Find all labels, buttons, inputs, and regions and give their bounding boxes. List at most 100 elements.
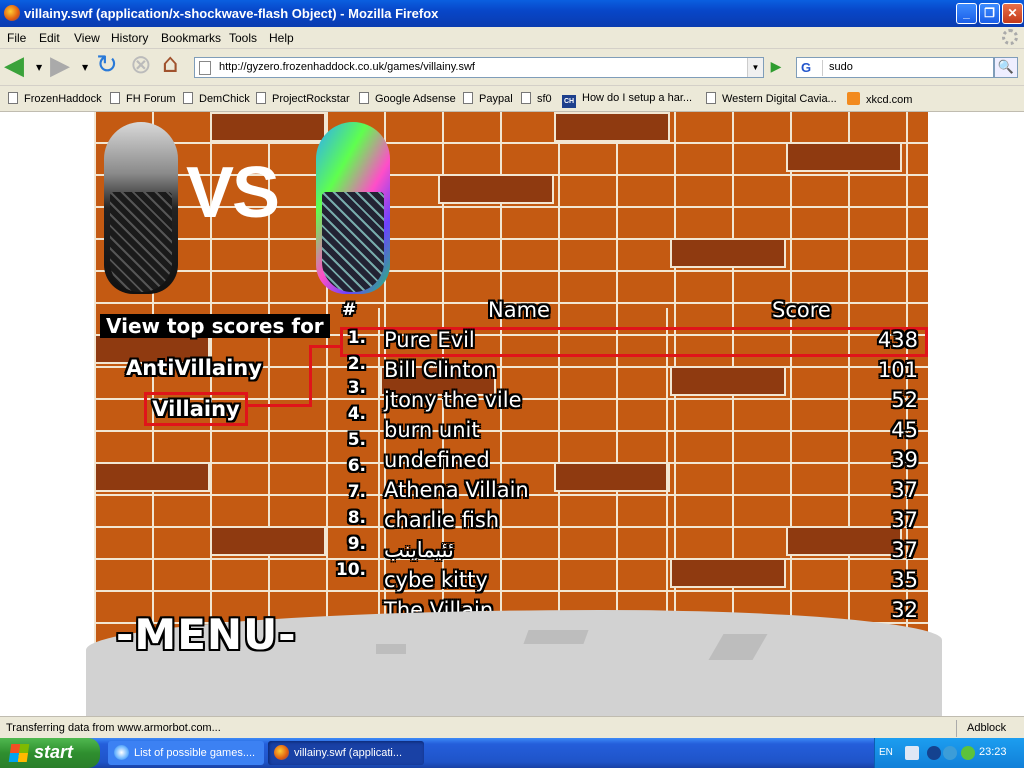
rank-label: 4. — [347, 404, 366, 424]
score-value: 37 — [891, 478, 918, 502]
bookmark-fh-forum[interactable]: FH Forum — [110, 92, 176, 105]
selection-connector — [309, 345, 312, 407]
minimize-button[interactable]: _ — [956, 3, 977, 24]
brick — [210, 526, 326, 556]
network-icon[interactable] — [943, 746, 957, 760]
bookmark-demchick[interactable]: DemChick — [183, 92, 250, 105]
tray-chevron-icon[interactable] — [927, 746, 941, 760]
url-bar[interactable]: http://gyzero.frozenhaddock.co.uk/games/… — [194, 57, 764, 78]
adblock-button[interactable]: Adblock — [956, 720, 1024, 737]
status-text: Transferring data from www.armorbot.com.… — [6, 722, 221, 734]
score-value: 37 — [891, 538, 918, 562]
bookmarks-toolbar: FrozenHaddock FH Forum DemChick ProjectR… — [0, 86, 1024, 112]
menu-view[interactable]: View — [74, 31, 100, 45]
firefox-icon — [274, 745, 289, 760]
url-text[interactable]: http://gyzero.frozenhaddock.co.uk/games/… — [219, 61, 475, 73]
rank-label: 3. — [347, 378, 366, 398]
navigation-toolbar: ◀ ▼ ▶ ▼ ↻ ⊗ ⌂ http://gyzero.frozenhaddoc… — [0, 49, 1024, 86]
score-name: Bill Clinton — [384, 358, 497, 382]
status-bar: Transferring data from www.armorbot.com.… — [0, 716, 1024, 738]
back-dropdown-icon[interactable]: ▼ — [36, 53, 42, 83]
villain-face-left — [104, 122, 178, 294]
bookmark-projectrockstar[interactable]: ProjectRockstar — [256, 92, 350, 105]
rank-label: 9. — [347, 534, 366, 554]
language-indicator[interactable]: EN — [879, 747, 893, 758]
stop-icon[interactable]: ⊗ — [130, 50, 152, 80]
reload-icon[interactable]: ↻ — [96, 50, 118, 80]
back-arrow-icon[interactable]: ◀ — [4, 51, 24, 81]
bookmark-sf0[interactable]: sf0 — [521, 92, 552, 105]
browser-icon — [114, 745, 129, 760]
url-dropdown-icon[interactable]: ▼ — [747, 58, 763, 77]
score-value: 32 — [891, 598, 918, 622]
taskbar-item-list-of-games[interactable]: List of possible games.... — [108, 741, 264, 765]
menu-help[interactable]: Help — [269, 31, 294, 45]
menu-file[interactable]: File — [7, 31, 26, 45]
page-icon — [199, 61, 211, 75]
rss-icon — [847, 92, 860, 105]
brick — [554, 462, 670, 492]
score-name: Pure Evil — [384, 328, 475, 352]
go-button[interactable]: ▶ — [766, 57, 786, 78]
forward-dropdown-icon[interactable]: ▼ — [82, 53, 88, 83]
score-value: 438 — [877, 328, 918, 352]
firefox-icon — [4, 5, 20, 21]
score-value: 37 — [891, 508, 918, 532]
brick — [554, 112, 670, 142]
menu-edit[interactable]: Edit — [39, 31, 60, 45]
rank-label: 8. — [347, 508, 366, 528]
score-name: burn unit — [384, 418, 480, 442]
filter-antivillainy-button[interactable]: AntiVillainy — [126, 356, 262, 380]
score-value: 52 — [891, 388, 918, 412]
window-title-bar[interactable]: villainy.swf (application/x-shockwave-fl… — [0, 0, 1024, 27]
brick — [210, 112, 326, 142]
windows-taskbar: start List of possible games.... villain… — [0, 738, 1024, 768]
search-icon[interactable]: 🔍 — [994, 57, 1018, 78]
page-icon — [521, 92, 531, 104]
bookmark-frozenhaddock[interactable]: FrozenHaddock — [8, 92, 102, 105]
menu-tools[interactable]: Tools — [229, 31, 257, 45]
brick — [438, 174, 554, 204]
score-value: 101 — [877, 358, 918, 382]
score-value: 45 — [891, 418, 918, 442]
page-icon — [8, 92, 18, 104]
vs-text: VS — [186, 153, 280, 233]
brick — [670, 366, 786, 396]
name-column-header: Name — [488, 298, 550, 322]
forward-arrow-icon[interactable]: ▶ — [50, 51, 70, 81]
filter-villainy-button[interactable]: Villainy — [144, 392, 248, 426]
rank-column-header: # — [342, 300, 357, 320]
speaker-icon[interactable] — [905, 746, 919, 760]
rank-label: 2. — [347, 354, 366, 374]
bookmark-google-adsense[interactable]: Google Adsense — [359, 92, 456, 105]
windows-logo-icon — [8, 744, 30, 762]
menu-bookmarks[interactable]: Bookmarks — [161, 31, 221, 45]
villain-face-right-rainbow — [316, 122, 390, 294]
clock[interactable]: 23:23 — [979, 746, 1007, 758]
score-column-header: Score — [772, 298, 831, 322]
score-name: Athena Villain — [384, 478, 529, 502]
home-icon[interactable]: ⌂ — [162, 49, 179, 79]
bookmark-how-do-i-setup[interactable]: CH How do I setup a har... — [562, 92, 692, 108]
score-name: cybe kitty — [384, 568, 488, 592]
selection-connector — [248, 404, 312, 407]
page-icon — [463, 92, 473, 104]
menu-bar: File Edit View History Bookmarks Tools H… — [0, 27, 1024, 49]
bookmark-western-digital[interactable]: Western Digital Cavia... — [706, 92, 837, 105]
close-button[interactable]: ✕ — [1002, 3, 1023, 24]
page-icon — [183, 92, 193, 104]
taskbar-item-villainy[interactable]: villainy.swf (applicati... — [268, 741, 424, 765]
security-shield-icon[interactable] — [961, 746, 975, 760]
maximize-button[interactable]: ❐ — [979, 3, 1000, 24]
score-name: ئئيماينب — [384, 538, 454, 562]
menu-history[interactable]: History — [111, 31, 148, 45]
bookmark-xkcd[interactable]: xkcd.com — [847, 92, 912, 106]
menu-button[interactable]: -MENU- — [116, 610, 297, 659]
search-engine-google-icon[interactable]: G — [799, 60, 823, 76]
search-box[interactable]: G sudo — [796, 57, 994, 78]
rock — [376, 644, 406, 654]
rank-label: 10. — [335, 560, 366, 580]
start-button[interactable]: start — [0, 738, 100, 768]
search-input[interactable]: sudo — [829, 61, 853, 73]
bookmark-paypal[interactable]: Paypal — [463, 92, 513, 105]
